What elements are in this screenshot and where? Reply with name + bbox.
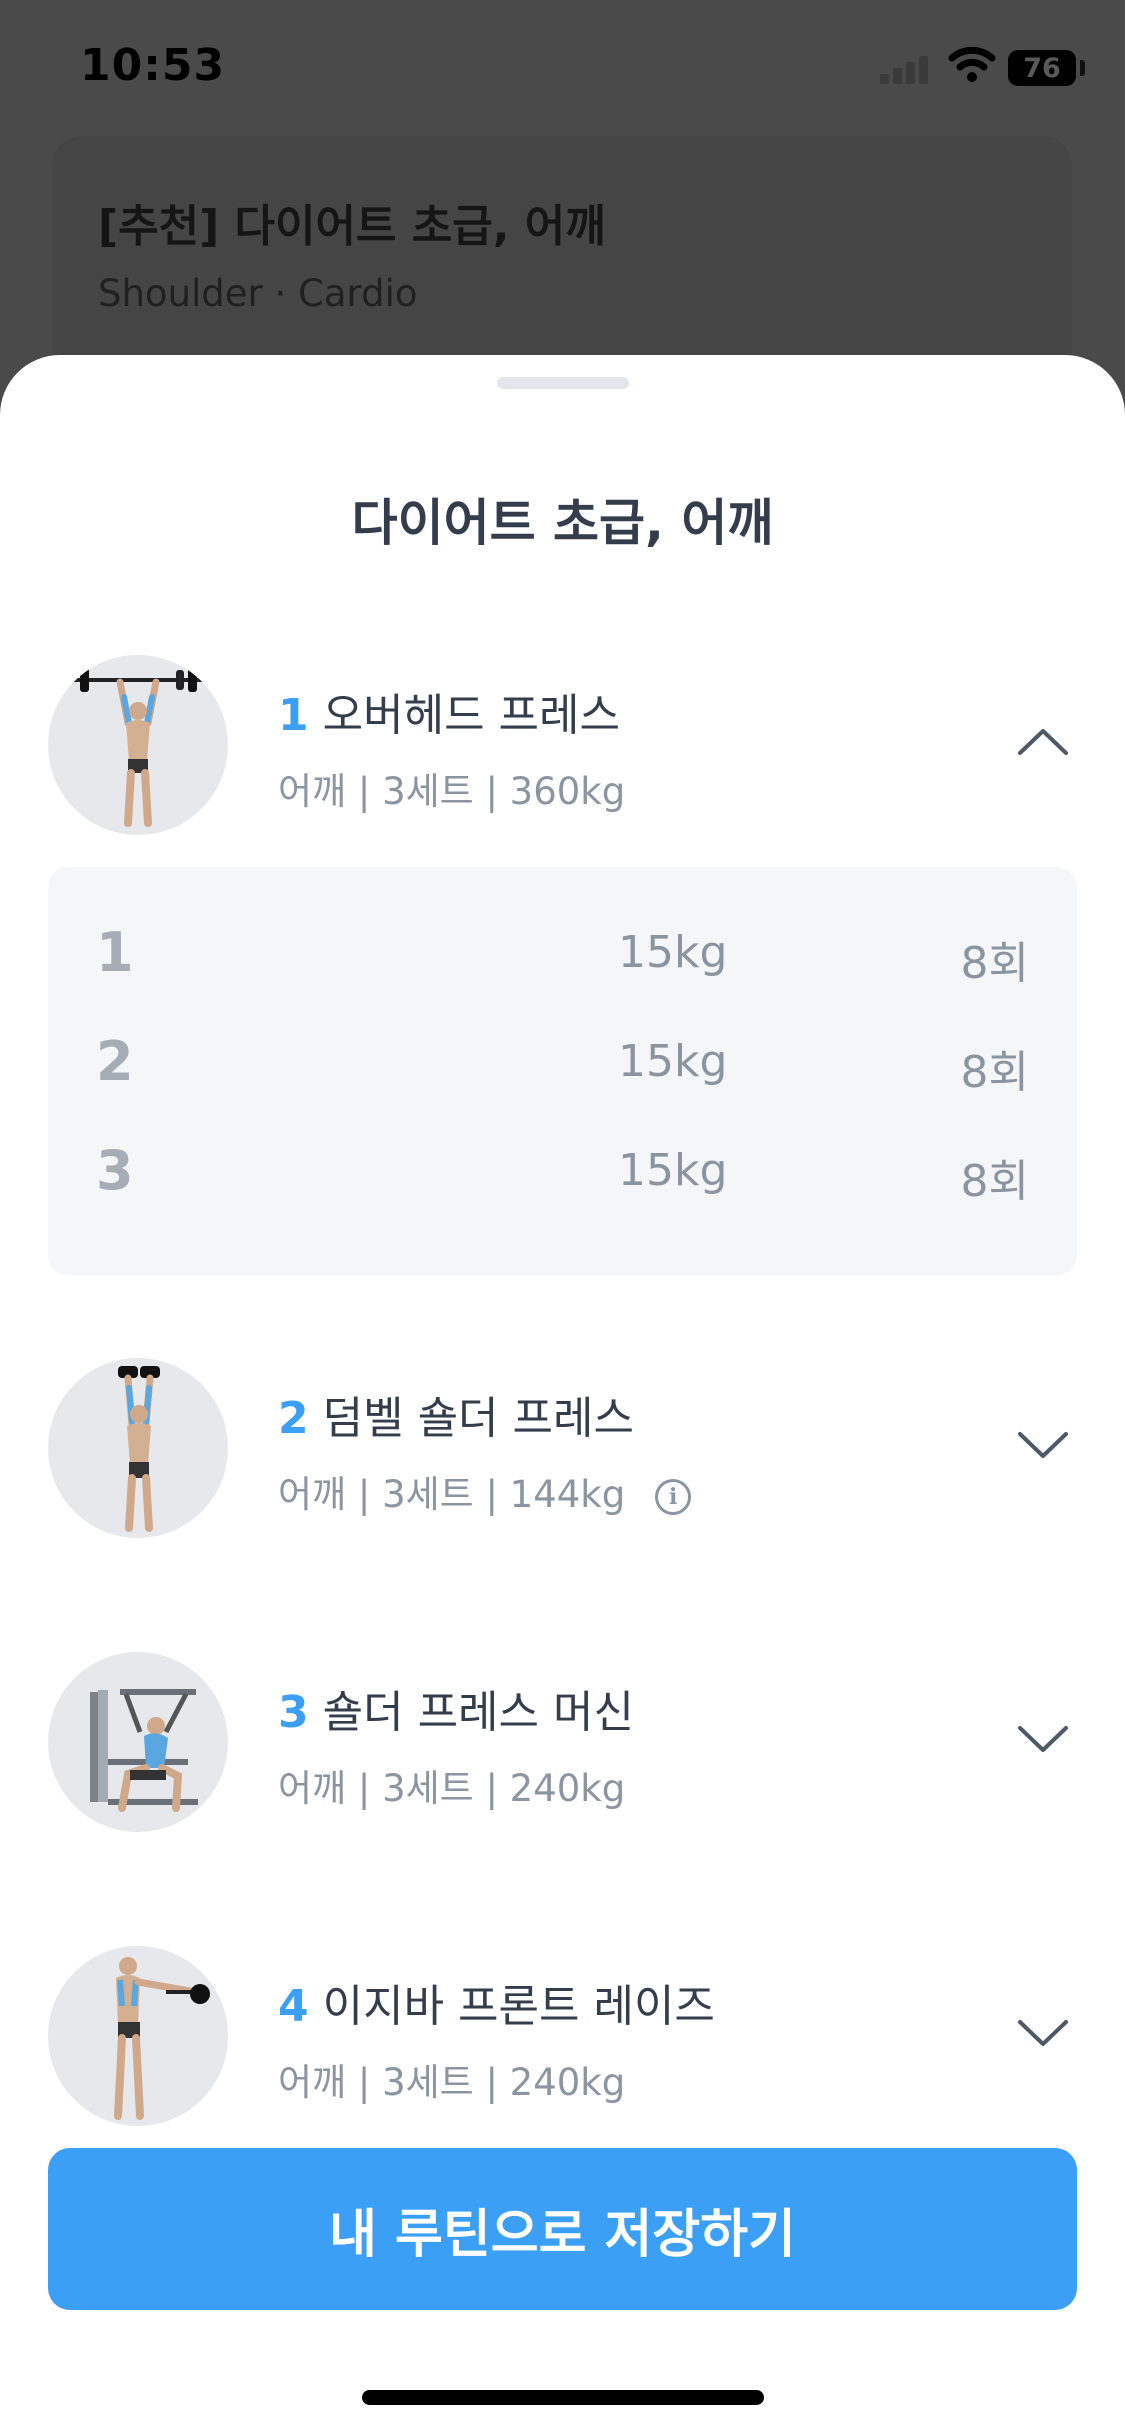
status-time: 10:53	[80, 40, 226, 91]
set-reps: 8회	[960, 938, 1029, 989]
exercise-thumbnail	[48, 1358, 228, 1538]
exercise-meta: 어깨 | 3세트 | 240kg	[278, 2061, 626, 2104]
ez-bar-front-raise-figure	[114, 1957, 210, 2120]
exercise-name: 3 숄더 프레스 머신	[278, 1676, 634, 1740]
exercise-meta: 어깨 | 3세트 | 360kg	[278, 770, 626, 813]
exercise-item-3[interactable]: 3 숄더 프레스 머신 어깨 | 3세트 | 240kg	[0, 1652, 1125, 1842]
exercise-item-1[interactable]: 1 오버헤드 프레스 어깨 | 3세트 | 360kg	[0, 655, 1125, 845]
exercise-meta-text: 어깨 | 3세트 | 144kg	[278, 1473, 626, 1516]
wifi-icon	[948, 46, 996, 82]
set-weight: 15kg	[618, 1036, 728, 1087]
exercise-meta: 어깨 | 3세트 | 144kg i	[278, 1464, 692, 1518]
set-row: 3 15kg 8회	[48, 1131, 1077, 1211]
background-routine-subtitle: Shoulder · Cardio	[98, 272, 418, 315]
exercise-title: 오버헤드 프레스	[322, 690, 620, 741]
exercise-number: 2	[278, 1393, 309, 1444]
dumbbell-shoulder-press-figure	[118, 1366, 160, 1532]
set-reps: 8회	[960, 1156, 1029, 1207]
exercise-thumbnail	[48, 655, 228, 835]
exercise-title: 덤벨 숄더 프레스	[322, 1393, 634, 1444]
exercise-name: 2 덤벨 숄더 프레스	[278, 1382, 634, 1446]
set-number: 2	[96, 1030, 134, 1093]
shoulder-press-machine-figure	[90, 1689, 198, 1812]
exercise-title: 이지바 프론트 레이즈	[322, 1981, 715, 2032]
set-weight: 15kg	[618, 927, 728, 978]
set-weight: 15kg	[618, 1145, 728, 1196]
exercise-item-4[interactable]: 4 이지바 프론트 레이즈 어깨 | 3세트 | 240kg	[0, 1946, 1125, 2136]
set-reps: 8회	[960, 1047, 1029, 1098]
exercise-title: 숄더 프레스 머신	[322, 1687, 634, 1738]
info-icon[interactable]: i	[655, 1478, 692, 1515]
exercise-sets-panel: 1 15kg 8회 2 15kg 8회 3 15kg 8회	[48, 867, 1077, 1275]
status-bar: 10:53 76	[0, 0, 1125, 140]
set-row: 2 15kg 8회	[48, 1022, 1077, 1102]
exercise-thumbnail	[48, 1652, 228, 1832]
sheet-title: 다이어트 초급, 어깨	[351, 494, 774, 552]
battery-level: 76	[1023, 52, 1061, 84]
routine-bottom-sheet: 다이어트 초급, 어깨 1 오버헤드 프레스 어깨 | 3세트 | 360kg	[0, 355, 1125, 2436]
save-to-my-routine-button[interactable]: 내 루틴으로 저장하기	[48, 2148, 1077, 2310]
home-indicator[interactable]	[362, 2390, 764, 2405]
cellular-signal-icon	[880, 56, 928, 84]
set-row: 1 15kg 8회	[48, 913, 1077, 993]
background-routine-title: [추천] 다이어트 초급, 어깨	[98, 201, 606, 252]
exercise-number: 3	[278, 1687, 309, 1738]
exercise-number: 4	[278, 1981, 309, 2032]
exercise-thumbnail	[48, 1946, 228, 2126]
exercise-name: 1 오버헤드 프레스	[278, 679, 620, 743]
exercise-number: 1	[278, 690, 309, 741]
battery-terminal	[1080, 60, 1085, 76]
chevron-down-icon[interactable]	[1016, 1722, 1070, 1756]
sheet-grabber[interactable]	[497, 377, 629, 389]
exercise-name: 4 이지바 프론트 레이즈	[278, 1970, 715, 2034]
set-number: 3	[96, 1139, 134, 1202]
exercise-item-2[interactable]: 2 덤벨 숄더 프레스 어깨 | 3세트 | 144kg i	[0, 1358, 1125, 1548]
chevron-down-icon[interactable]	[1016, 1428, 1070, 1462]
set-number: 1	[96, 921, 134, 984]
chevron-down-icon[interactable]	[1016, 2016, 1070, 2050]
exercise-meta: 어깨 | 3세트 | 240kg	[278, 1767, 626, 1810]
battery-indicator: 76	[1008, 50, 1076, 86]
overhead-press-figure	[66, 668, 210, 827]
chevron-up-icon[interactable]	[1016, 725, 1070, 759]
